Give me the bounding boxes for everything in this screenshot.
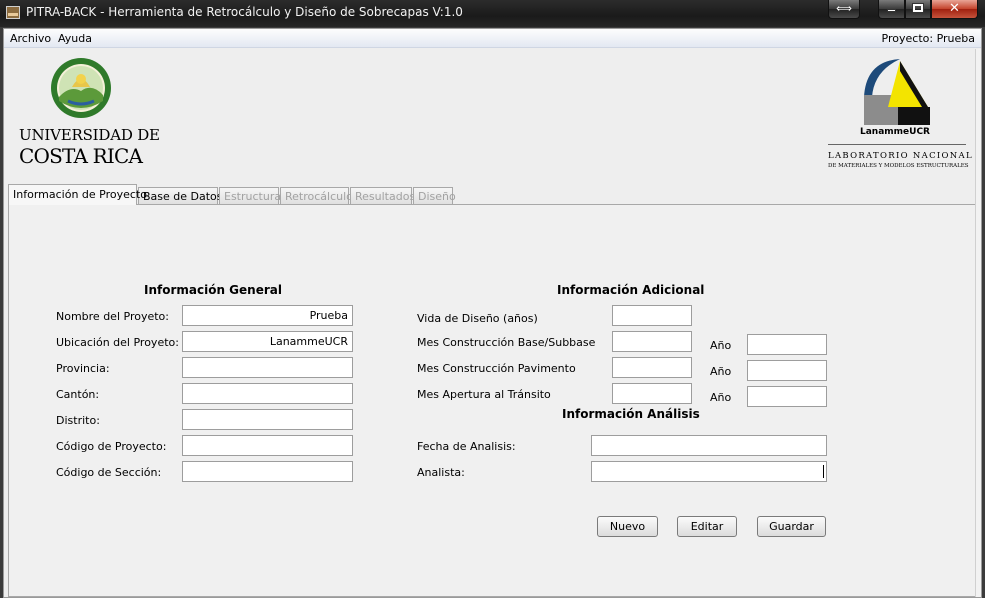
lanamme-lab-subtitle: DE MATERIALES Y MODELOS ESTRUCTURALES xyxy=(828,163,969,169)
label-vida-diseno: Vida de Diseño (años) xyxy=(417,312,538,325)
label-nombre-proyecto: Nombre del Proyeto: xyxy=(56,310,169,323)
ucr-seal-icon xyxy=(51,58,111,118)
window-title: PITRA-BACK - Herramienta de Retrocálculo… xyxy=(26,5,463,19)
input-mes-apertura[interactable] xyxy=(612,383,692,404)
label-fecha-analisis: Fecha de Analisis: xyxy=(417,440,516,453)
close-icon: ✕ xyxy=(949,1,960,16)
input-codigo-seccion[interactable] xyxy=(182,461,353,482)
label-mes-base: Mes Construcción Base/Subbase xyxy=(417,336,596,349)
menu-ayuda[interactable]: Ayuda xyxy=(58,32,92,45)
label-mes-pavimento: Mes Construcción Pavimento xyxy=(417,362,576,375)
tab-resultados: Resultados xyxy=(350,187,415,205)
tab-base-datos[interactable]: Base de Datos xyxy=(138,187,223,205)
maximize-button[interactable] xyxy=(905,0,931,19)
section-title-analisis: Información Análisis xyxy=(562,407,700,421)
maximize-icon xyxy=(912,3,924,13)
section-title-general: Información General xyxy=(144,283,282,297)
tab-diseno: Diseño xyxy=(413,187,456,205)
label-distrito: Distrito: xyxy=(56,414,100,427)
input-anio-pavimento[interactable] xyxy=(747,360,827,381)
label-provincia: Provincia: xyxy=(56,362,110,375)
tab-informacion-proyecto[interactable]: Información de Proyecto xyxy=(8,184,147,205)
lanamme-logo: LanammeUCR LABORATORIO NACIONAL DE MATER… xyxy=(822,57,972,177)
input-codigo-proyecto[interactable] xyxy=(182,435,353,456)
input-distrito[interactable] xyxy=(182,409,353,430)
label-codigo-seccion: Código de Sección: xyxy=(56,466,162,479)
project-info-panel: Información General Nombre del Proyeto: … xyxy=(8,204,977,597)
tab-estructura: Estructura xyxy=(219,187,281,205)
editar-button[interactable]: Editar xyxy=(677,516,737,537)
close-button[interactable]: ✕ xyxy=(931,0,978,19)
input-fecha-analisis[interactable] xyxy=(591,435,827,456)
input-nombre-proyecto[interactable] xyxy=(182,305,353,326)
current-project-label: Proyecto: Prueba xyxy=(881,32,975,45)
ucr-name-line2: COSTA RICA xyxy=(19,144,143,168)
window-right-edge xyxy=(975,49,981,597)
window-title-bar[interactable]: PITRA-BACK - Herramienta de Retrocálculo… xyxy=(0,0,985,27)
input-mes-pavimento[interactable] xyxy=(612,357,692,378)
window-client: Archivo Ayuda Proyecto: Prueba UNIVERSID… xyxy=(3,28,982,598)
tab-retrocalculo: Retrocálculo xyxy=(280,187,353,205)
label-codigo-proyecto: Código de Proyecto: xyxy=(56,440,167,453)
minimize-icon xyxy=(887,9,896,12)
input-analista[interactable] xyxy=(591,461,827,482)
input-canton[interactable] xyxy=(182,383,353,404)
app-icon xyxy=(6,6,20,19)
label-ubicacion-proyecto: Ubicación del Proyeto: xyxy=(56,336,179,349)
input-provincia[interactable] xyxy=(182,357,353,378)
section-title-adicional: Información Adicional xyxy=(557,283,705,297)
lanamme-emblem-icon xyxy=(864,59,930,125)
label-canton: Cantón: xyxy=(56,388,100,401)
input-vida-diseno[interactable] xyxy=(612,305,692,326)
ucr-name-line1: UNIVERSIDAD DE xyxy=(19,126,160,144)
lanamme-divider xyxy=(828,144,966,145)
lanamme-name: LanammeUCR xyxy=(860,127,930,137)
input-mes-base[interactable] xyxy=(612,331,692,352)
label-anio-base: Año xyxy=(710,339,732,352)
text-cursor xyxy=(823,465,824,478)
label-anio-pavimento: Año xyxy=(710,365,732,378)
input-anio-apertura[interactable] xyxy=(747,386,827,407)
menu-bar: Archivo Ayuda Proyecto: Prueba xyxy=(4,29,981,48)
guardar-button[interactable]: Guardar xyxy=(757,516,826,537)
nuevo-button[interactable]: Nuevo xyxy=(597,516,658,537)
resize-button[interactable]: ⟺ xyxy=(828,0,860,19)
label-analista: Analista: xyxy=(417,466,465,479)
menu-archivo[interactable]: Archivo xyxy=(10,32,51,45)
ucr-logo: UNIVERSIDAD DE COSTA RICA xyxy=(16,53,160,173)
lanamme-lab-name: LABORATORIO NACIONAL xyxy=(828,151,973,161)
minimize-button[interactable] xyxy=(878,0,905,19)
resize-arrows-icon: ⟺ xyxy=(836,2,852,15)
label-anio-apertura: Año xyxy=(710,391,732,404)
input-anio-base[interactable] xyxy=(747,334,827,355)
input-ubicacion-proyecto[interactable] xyxy=(182,331,353,352)
label-mes-apertura: Mes Apertura al Tránsito xyxy=(417,388,551,401)
